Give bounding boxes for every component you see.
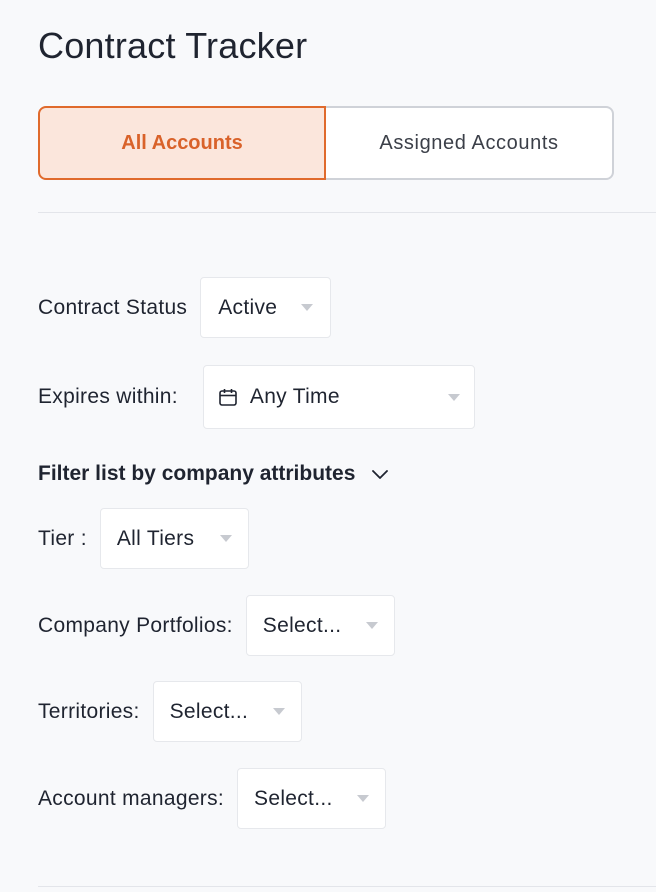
account-managers-select[interactable]: Select... (237, 768, 387, 829)
tier-row: Tier : All Tiers (38, 508, 249, 569)
company-attributes-heading: Filter list by company attributes (38, 462, 356, 485)
expires-within-label: Expires within: (38, 385, 178, 408)
top-divider (38, 212, 656, 213)
contract-status-select[interactable]: Active (200, 277, 332, 338)
chevron-down-icon (357, 795, 370, 802)
tab-all-accounts[interactable]: All Accounts (38, 106, 326, 180)
chevron-down-icon (272, 708, 285, 715)
account-managers-label: Account managers: (38, 786, 225, 810)
territories-label: Territories: (38, 699, 140, 723)
tab-assigned-accounts[interactable]: Assigned Accounts (326, 106, 614, 180)
account-tabs: All Accounts Assigned Accounts (38, 106, 614, 180)
company-portfolios-label: Company Portfolios: (38, 613, 233, 637)
contract-status-value: Active (218, 295, 278, 319)
tier-label: Tier : (38, 526, 87, 550)
territories-row: Territories: Select... (38, 681, 302, 742)
tier-select[interactable]: All Tiers (99, 508, 249, 569)
company-portfolios-select[interactable]: Select... (245, 595, 395, 656)
territories-select[interactable]: Select... (152, 681, 302, 742)
company-portfolios-row: Company Portfolios: Select... (38, 595, 395, 656)
territories-value: Select... (169, 699, 249, 723)
company-portfolios-value: Select... (262, 613, 342, 637)
bottom-divider (38, 886, 656, 887)
account-managers-row: Account managers: Select... (38, 768, 387, 829)
calendar-icon (218, 387, 238, 407)
expires-within-row: Expires within: Any Time (38, 365, 475, 429)
chevron-down-icon (219, 535, 232, 542)
chevron-down-icon (365, 622, 378, 629)
chevron-down-icon (371, 465, 389, 483)
contract-status-label: Contract Status (38, 295, 188, 319)
expires-within-select[interactable]: Any Time (202, 365, 475, 429)
account-managers-value: Select... (254, 786, 333, 810)
page-title: Contract Tracker (38, 25, 308, 66)
tier-value: All Tiers (116, 526, 195, 550)
company-attributes-toggle[interactable]: Filter list by company attributes (38, 462, 389, 486)
contract-status-row: Contract Status Active (38, 277, 332, 338)
chevron-down-icon (301, 304, 314, 311)
expires-within-value: Any Time (249, 385, 340, 408)
chevron-down-icon (447, 393, 460, 401)
